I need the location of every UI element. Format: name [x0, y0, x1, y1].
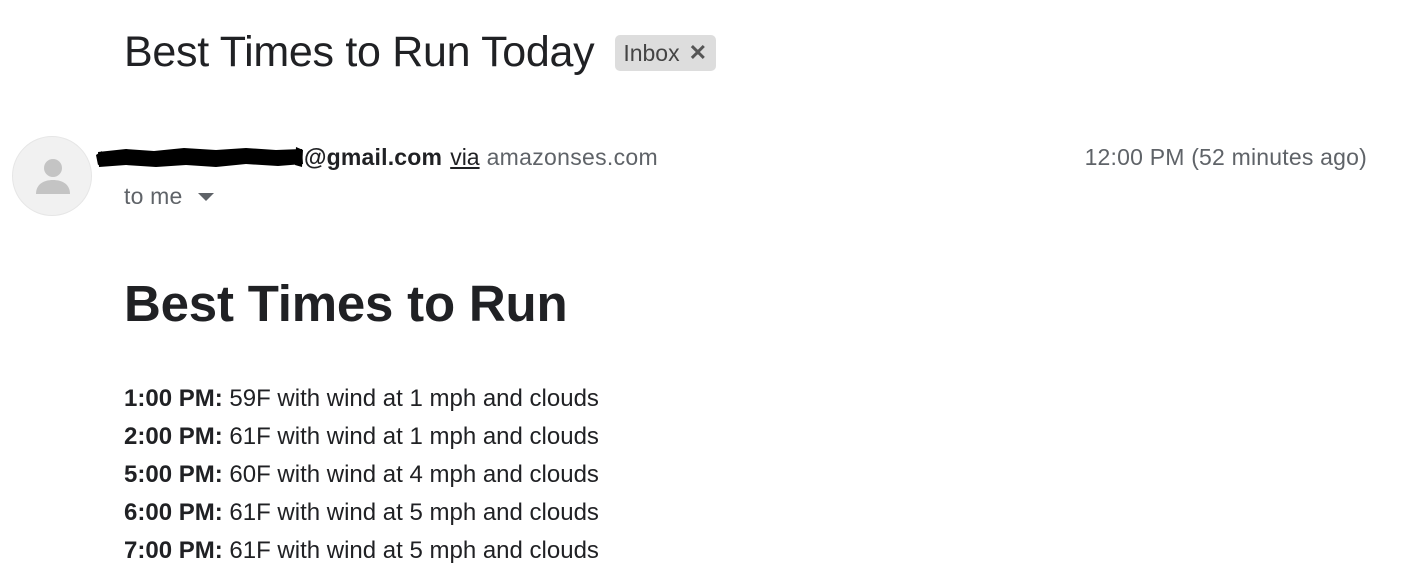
forecast-details: 59F with wind at 1 mph and clouds — [229, 385, 599, 412]
sender-line: @gmail.com via amazonses.com — [96, 140, 658, 174]
caret-down-icon[interactable] — [197, 193, 214, 201]
forecast-details: 61F with wind at 5 mph and clouds — [229, 499, 599, 526]
forecast-list: 1:00 PM: 59F with wind at 1 mph and clou… — [124, 380, 599, 570]
email-header: Best Times to Run Today Inbox ✕ — [124, 26, 717, 78]
forecast-row: 6:00 PM: 61F with wind at 5 mph and clou… — [124, 494, 599, 532]
via-link[interactable]: via — [450, 144, 479, 171]
forecast-time: 6:00 PM: — [124, 499, 223, 526]
forecast-row: 2:00 PM: 61F with wind at 1 mph and clou… — [124, 418, 599, 456]
via-domain: amazonses.com — [486, 143, 658, 170]
forecast-time: 7:00 PM: — [124, 537, 223, 564]
forecast-details: 61F with wind at 1 mph and clouds — [229, 423, 599, 450]
recipient-details-toggle[interactable]: to me — [124, 180, 214, 212]
person-icon — [36, 159, 70, 194]
body-heading: Best Times to Run — [124, 275, 568, 332]
close-icon[interactable]: ✕ — [689, 40, 707, 66]
forecast-row: 5:00 PM: 60F with wind at 4 mph and clou… — [124, 456, 599, 494]
email-subject: Best Times to Run Today — [124, 28, 595, 76]
forecast-time: 1:00 PM: — [124, 385, 223, 412]
forecast-row: 7:00 PM: 61F with wind at 5 mph and clou… — [124, 532, 599, 570]
forecast-details: 61F with wind at 5 mph and clouds — [229, 537, 599, 564]
label-chip-inbox[interactable]: Inbox ✕ — [615, 35, 717, 71]
forecast-row: 1:00 PM: 59F with wind at 1 mph and clou… — [124, 380, 599, 418]
sender-email[interactable]: @gmail.com — [304, 144, 442, 171]
label-chip-text: Inbox — [623, 39, 680, 66]
redacted-sender-name — [96, 143, 304, 171]
recipient-text: to me — [124, 182, 183, 209]
forecast-time: 5:00 PM: — [124, 461, 223, 488]
email-timestamp: 12:00 PM (52 minutes ago) — [1084, 144, 1367, 170]
sender-avatar[interactable] — [12, 136, 92, 216]
forecast-details: 60F with wind at 4 mph and clouds — [229, 461, 599, 488]
forecast-time: 2:00 PM: — [124, 423, 223, 450]
